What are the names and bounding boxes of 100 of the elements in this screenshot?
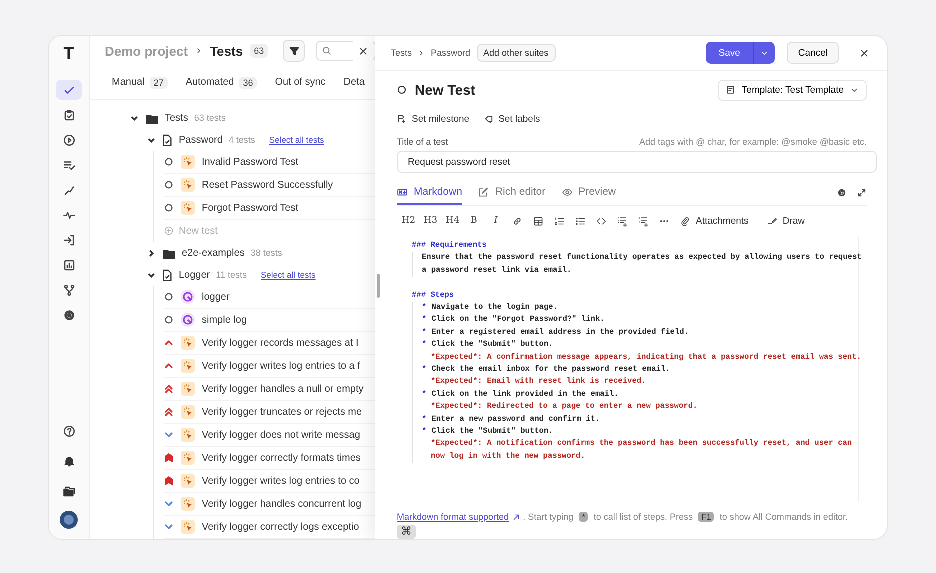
play-icon bbox=[62, 134, 76, 146]
save-button[interactable]: Save bbox=[706, 42, 754, 64]
select-all-link[interactable]: Select all tests bbox=[269, 135, 324, 145]
bell-icon bbox=[62, 454, 76, 468]
search-icon bbox=[322, 46, 332, 56]
tab[interactable]: Deta bbox=[344, 73, 365, 92]
test-name[interactable]: logger bbox=[202, 292, 230, 302]
settings-icon bbox=[837, 188, 847, 198]
add-suites-button[interactable]: Add other suites bbox=[476, 44, 556, 62]
editor-tab[interactable]: Preview bbox=[562, 181, 616, 205]
suite-name[interactable]: Logger bbox=[179, 270, 210, 280]
tags-hint: Add tags with @ char, for example: @smoke @basic etc. bbox=[639, 137, 867, 147]
external-link-icon bbox=[512, 513, 521, 522]
tab[interactable]: Manual 27 bbox=[112, 72, 168, 93]
toolbar-button[interactable] bbox=[533, 216, 544, 226]
action-button[interactable]: Set milestone bbox=[397, 114, 470, 124]
suite-name[interactable]: Password bbox=[179, 134, 223, 146]
template-icon bbox=[726, 85, 736, 95]
markdown-icon bbox=[397, 186, 408, 198]
expand-button[interactable] bbox=[857, 188, 867, 198]
format-button[interactable]: H4 bbox=[446, 216, 458, 226]
filter-icon bbox=[288, 46, 300, 57]
filter-button[interactable] bbox=[283, 40, 306, 62]
help-icon bbox=[62, 424, 76, 438]
settings-icon bbox=[62, 308, 76, 322]
add-list-icon bbox=[617, 216, 628, 226]
chevron-right-icon bbox=[195, 47, 204, 56]
add-numbered-list-icon bbox=[638, 216, 649, 226]
document-icon bbox=[162, 268, 173, 282]
test-name[interactable]: Verify logger correctly formats times bbox=[202, 452, 361, 464]
keyboard-key: * bbox=[579, 512, 588, 522]
format-button[interactable]: B bbox=[468, 216, 480, 226]
test-count: 11 tests bbox=[216, 270, 247, 280]
test-name[interactable]: simple log bbox=[202, 314, 248, 326]
action-button[interactable]: Set labels bbox=[484, 114, 540, 124]
tab[interactable]: Automated 36 bbox=[186, 72, 258, 93]
edit-icon bbox=[478, 186, 490, 198]
tab[interactable]: Out of sync bbox=[275, 73, 326, 92]
caret-icon[interactable] bbox=[147, 136, 156, 144]
status-circle-icon bbox=[397, 85, 407, 95]
save-menu-button[interactable] bbox=[753, 42, 776, 64]
test-name[interactable]: Reset Password Successfully bbox=[202, 180, 334, 190]
bullet-list-icon bbox=[575, 216, 586, 226]
format-button[interactable]: I bbox=[490, 216, 502, 226]
close-icon bbox=[858, 48, 870, 58]
test-name[interactable]: Verify logger correctly logs exceptio bbox=[202, 522, 360, 532]
caret-icon[interactable] bbox=[147, 270, 156, 280]
markdown-help-link[interactable]: Markdown format supported bbox=[397, 512, 510, 522]
breadcrumb-link[interactable]: Password bbox=[431, 48, 471, 58]
keyboard-key: ⌘ bbox=[397, 525, 416, 539]
test-name[interactable]: Verify logger does not write messag bbox=[202, 430, 360, 440]
footer-hint: Markdown format supported . Start typing * to call list of steps. Press F1 to show All Commands in editor. bbox=[397, 512, 848, 522]
resize-handle[interactable] bbox=[377, 274, 380, 298]
chevron-right-icon bbox=[418, 50, 426, 56]
pen-icon bbox=[766, 216, 778, 226]
format-button[interactable]: H3 bbox=[424, 216, 436, 226]
test-count: 4 tests bbox=[228, 135, 256, 145]
cancel-button[interactable]: Cancel bbox=[787, 42, 839, 64]
plus-icon bbox=[164, 226, 174, 236]
test-name[interactable]: Verify logger writes log entries to co bbox=[202, 476, 360, 486]
toolbar-button[interactable] bbox=[512, 216, 523, 226]
folder-name[interactable]: e2e-examples bbox=[182, 248, 245, 258]
logo: T bbox=[64, 44, 74, 64]
toolbar-button[interactable] bbox=[638, 216, 649, 226]
settings-button[interactable] bbox=[837, 188, 847, 198]
attachments-button[interactable]: Attachments bbox=[680, 216, 749, 226]
draw-button[interactable]: Draw bbox=[766, 216, 805, 226]
nav-button[interactable] bbox=[56, 80, 82, 100]
test-name[interactable]: Verify logger truncates or rejects me bbox=[202, 406, 362, 418]
format-button[interactable]: H2 bbox=[402, 216, 414, 226]
select-all-link[interactable]: Select all tests bbox=[261, 270, 316, 280]
close-icon bbox=[358, 46, 369, 57]
template-dropdown[interactable]: Template: Test Template bbox=[718, 80, 867, 100]
folder-name[interactable]: Tests bbox=[165, 112, 188, 124]
toolbar-button[interactable] bbox=[575, 216, 586, 226]
test-name[interactable]: Forgot Password Test bbox=[202, 202, 299, 214]
breadcrumb-link[interactable]: Tests bbox=[391, 48, 412, 58]
caret-icon[interactable] bbox=[147, 248, 156, 258]
test-name[interactable]: Verify logger handles a null or empty bbox=[202, 384, 364, 394]
title-input[interactable]: Request password reset bbox=[397, 151, 877, 173]
test-name[interactable]: Verify logger handles concurrent log bbox=[202, 498, 362, 510]
editor-tab[interactable]: Rich editor bbox=[478, 181, 546, 205]
toolbar-button[interactable] bbox=[617, 216, 628, 226]
test-name[interactable]: Verify logger writes log entries to a f bbox=[202, 360, 360, 372]
document-icon bbox=[162, 134, 173, 146]
eye-icon bbox=[562, 186, 573, 198]
chart-icon bbox=[62, 258, 76, 272]
editor-tab[interactable]: Markdown bbox=[397, 181, 462, 205]
count-badge: 63 bbox=[250, 44, 268, 58]
toolbar-button[interactable] bbox=[554, 216, 565, 226]
test-count: 63 tests bbox=[194, 113, 226, 123]
avatar[interactable] bbox=[60, 511, 78, 529]
folder-icon bbox=[62, 484, 76, 498]
test-name[interactable]: Invalid Password Test bbox=[202, 156, 299, 168]
folder-icon bbox=[162, 248, 176, 258]
caret-icon[interactable] bbox=[130, 114, 139, 122]
test-name[interactable]: Verify logger records messages at I bbox=[202, 338, 359, 348]
toolbar-button[interactable] bbox=[596, 216, 607, 226]
paperclip-icon bbox=[680, 216, 691, 226]
field-label: Title of a test bbox=[397, 137, 448, 147]
